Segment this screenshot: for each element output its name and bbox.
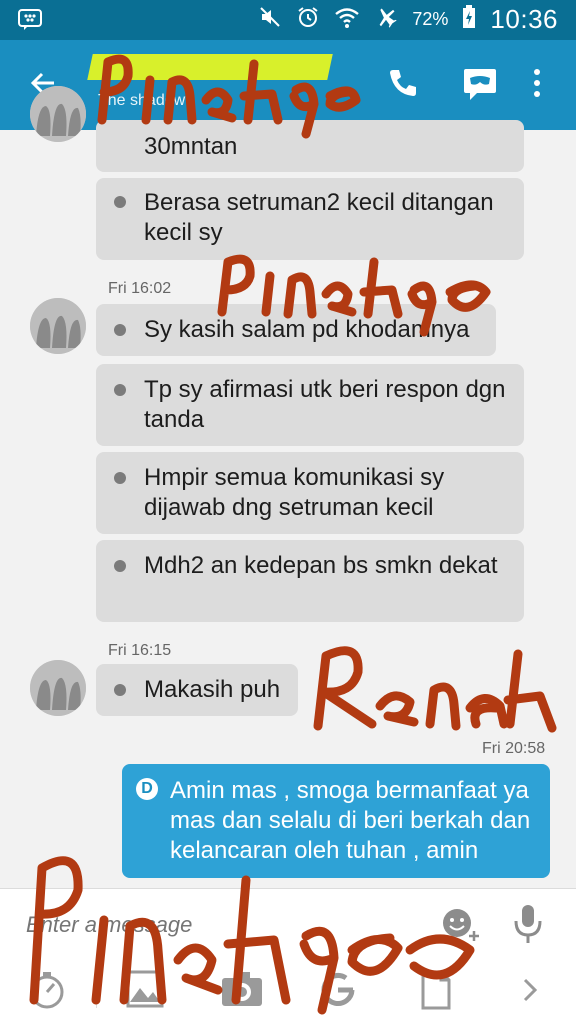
message-text: Amin mas , smoga bermanfaat ya mas dan s… <box>170 777 531 864</box>
bullet-dot <box>114 196 126 208</box>
toolbar-divider <box>96 968 97 1008</box>
bullet-dot <box>114 384 126 396</box>
avatar[interactable] <box>30 298 86 354</box>
wifi-icon <box>334 5 360 34</box>
timer-icon[interactable] <box>28 970 66 1015</box>
bullet-dot <box>114 324 126 336</box>
phone-icon[interactable] <box>386 66 420 105</box>
message-bubble[interactable]: Hmpir semua komunikasi sy dijawab dng se… <box>96 452 524 534</box>
bullet-dot <box>114 472 126 484</box>
gallery-icon[interactable] <box>126 970 164 1013</box>
delivered-badge: D <box>136 778 158 800</box>
message-text: Sy kasih salam pd khodamnya <box>144 316 470 343</box>
message-bubble[interactable]: Makasih puh <box>96 664 298 716</box>
app-bar: The shadow <box>0 40 576 130</box>
camera-icon[interactable] <box>220 970 264 1013</box>
emoji-add-icon[interactable] <box>440 905 482 950</box>
refresh-g-icon[interactable] <box>318 970 358 1015</box>
bullet-dot <box>114 684 126 696</box>
alarm-icon <box>296 5 320 34</box>
mute-icon <box>258 5 282 34</box>
message-composer <box>0 888 576 959</box>
message-text: Berasa setruman2 kecil ditangan kecil sy <box>144 189 494 246</box>
message-text: Hmpir semua komunikasi sy dijawab dng se… <box>144 464 445 521</box>
message-bubble[interactable]: Sy kasih salam pd khodamnya <box>96 304 496 356</box>
chat-mask-icon[interactable] <box>462 66 498 107</box>
message-bubble[interactable]: 30mntan <box>96 120 524 172</box>
battery-percent: 72% <box>412 9 449 29</box>
bullet-dot <box>114 560 126 572</box>
message-bubble[interactable]: Mdh2 an kedepan bs smkn dekat <box>96 540 524 622</box>
message-bubble[interactable]: Tp sy afirmasi utk beri respon dgn tanda <box>96 364 524 446</box>
message-input[interactable] <box>24 907 428 943</box>
attachment-toolbar <box>0 958 576 1024</box>
clock: 10:36 <box>490 4 558 34</box>
bbm-icon <box>18 9 42 36</box>
contact-name[interactable]: The shadow <box>98 92 185 110</box>
message-text: Makasih puh <box>144 676 281 703</box>
timestamp: Fri 16:15 <box>108 642 172 659</box>
file-icon[interactable] <box>420 970 452 1015</box>
battery-icon <box>462 5 476 34</box>
message-text: Tp sy afirmasi utk beri respon dgn tanda <box>144 376 506 433</box>
highlight-strip <box>87 54 333 80</box>
avatar[interactable] <box>30 660 86 716</box>
outgoing-message-bubble[interactable]: D Amin mas , smoga bermanfaat ya mas dan… <box>122 764 550 878</box>
message-bubble[interactable]: Berasa setruman2 kecil ditangan kecil sy <box>96 178 524 260</box>
message-text: 30mntan <box>144 133 238 160</box>
avatar[interactable] <box>30 86 86 142</box>
overflow-menu-icon[interactable] <box>530 66 544 105</box>
message-text: Mdh2 an kedepan bs smkn dekat <box>144 552 498 579</box>
timestamp: Fri 16:02 <box>108 280 172 297</box>
chevron-right-icon[interactable] <box>520 976 540 1009</box>
timestamp: Fri 20:58 <box>482 740 546 757</box>
microphone-icon[interactable] <box>512 903 544 950</box>
status-bar: 72% 10:36 <box>0 0 576 40</box>
airplane-icon <box>374 5 398 34</box>
